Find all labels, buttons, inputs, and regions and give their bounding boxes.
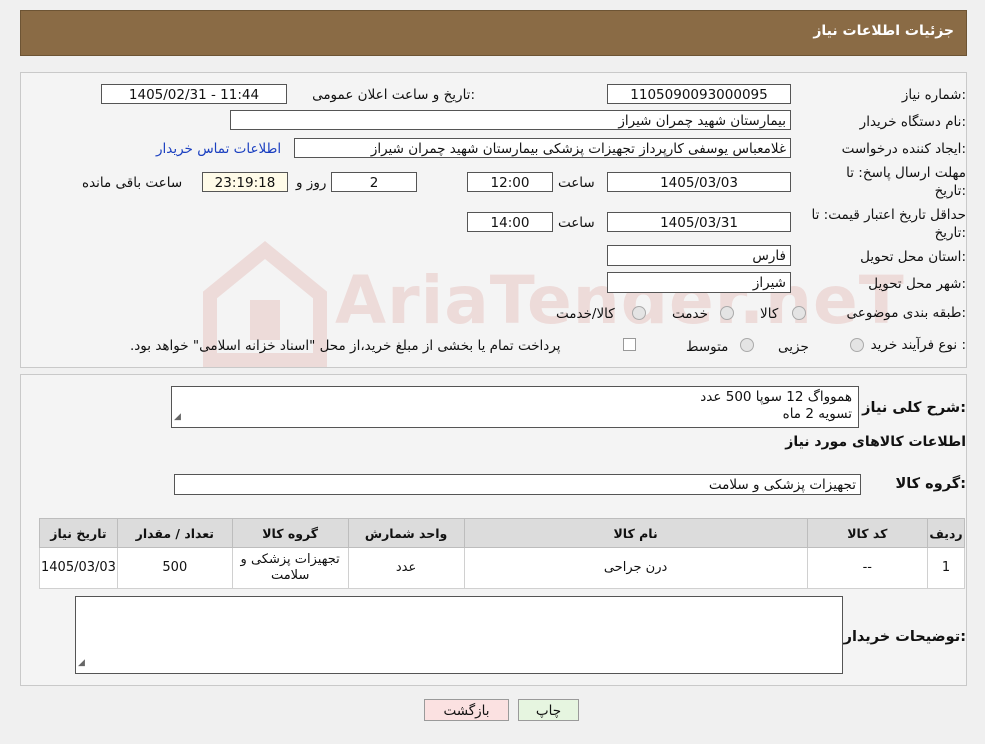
category-service-radio[interactable] [720,306,734,320]
cell-row-number: 1 [927,547,965,589]
need-summary-textarea: هموواگ 12 سوپا 500 عدد تسویه 2 ماه ◢ [171,386,859,428]
process-minor-label: جزیی [778,339,809,355]
city-field: شیراز [607,272,791,293]
process-medium-label: متوسط [686,339,729,355]
goods-group-field: تجهیزات پزشکی و سلامت [174,474,861,495]
deadline-date-field: 1405/03/03 [607,172,791,192]
process-type-label: نوع فرآیند خرید : [870,337,966,353]
buyer-org-field: بیمارستان شهید چمران شیراز [230,110,791,130]
cell-item-group: تجهیزات پزشکی و سلامت [231,547,349,589]
province-label: استان محل تحویل: [860,249,966,265]
category-service-label: خدمت [672,306,708,322]
price-validity-label: حداقل تاریخ اعتبار قیمت: تا [811,207,966,223]
back-button[interactable]: بازگشت [424,699,509,721]
col-item-code: کد کالا [806,518,929,548]
col-unit: واحد شمارش [347,518,465,548]
price-validity-time-label: ساعت [558,215,595,231]
goods-table: ردیف کد کالا نام کالا واحد شمارش گروه کا… [39,518,965,589]
col-quantity: تعداد / مقدار [116,518,233,548]
city-label: شهر محل تحویل: [868,276,966,292]
buyer-notes-label: توضیحات خریدار: [843,629,966,645]
resize-grip-icon[interactable]: ◢ [78,655,85,672]
treasury-bonds-checkbox[interactable] [623,338,636,351]
print-button[interactable]: چاپ [518,699,579,721]
cell-item-code: -- [806,547,929,589]
need-summary-line-2: تسویه 2 ماه [782,406,852,422]
goods-group-label: گروه کالا: [895,476,966,492]
buyer-contact-link[interactable]: اطلاعات تماس خریدار [156,141,281,157]
col-item-name: نام کالا [463,518,808,548]
price-validity-label-date: تاریخ: [934,225,966,241]
col-need-date: تاریخ نیاز [39,518,118,548]
price-validity-time-field: 14:00 [467,212,553,232]
requester-label: ایجاد کننده درخواست: [841,141,966,157]
announce-datetime-field: 1405/02/31 - 11:44 [101,84,287,104]
category-goods-radio[interactable] [792,306,806,320]
resize-grip-icon[interactable]: ◢ [174,409,181,426]
cell-item-name: درن جراحی [463,547,808,589]
deadline-time-field: 12:00 [467,172,553,192]
days-remaining-field: 2 [331,172,417,192]
time-remaining-field: 23:19:18 [202,172,288,192]
days-label: روز و [296,175,327,191]
payment-note: پرداخت تمام یا بخشی از مبلغ خرید،از محل … [130,338,561,354]
buyer-org-label: نام دستگاه خریدار: [859,114,966,130]
col-row-number: ردیف [927,518,965,548]
goods-info-title: اطلاعات کالاهای مورد نیاز [785,434,966,450]
process-medium-radio[interactable] [740,338,754,352]
province-field: فارس [607,245,791,266]
deadline-time-label: ساعت [558,175,595,191]
need-number-label: شماره نیاز: [901,87,966,103]
category-goods-label: کالا [760,306,779,322]
deadline-label-date: تاریخ: [934,183,966,199]
cell-need-date: 1405/03/03 [39,547,118,589]
requester-field: غلامعباس یوسفی کارپرداز تجهیزات پزشکی بی… [294,138,791,158]
category-label: طبقه بندی موضوعی: [846,305,966,321]
category-goods-service-radio[interactable] [632,306,646,320]
time-remaining-label: ساعت باقی مانده [82,175,183,191]
deadline-label: مهلت ارسال پاسخ: تا [846,165,966,181]
goods-table-header-row: ردیف کد کالا نام کالا واحد شمارش گروه کا… [39,518,965,548]
buyer-notes-textarea: ◢ [75,596,843,674]
need-summary-label: شرح کلی نیاز: [862,400,966,416]
col-item-group: گروه کالا [231,518,349,548]
cell-quantity: 500 [116,547,233,589]
price-validity-date-field: 1405/03/31 [607,212,791,232]
page-header: جزئیات اطلاعات نیاز [20,10,967,56]
cell-unit: عدد [347,547,465,589]
process-minor-radio[interactable] [850,338,864,352]
category-goods-service-label: کالا/خدمت [556,306,615,322]
table-row: 1 -- درن جراحی عدد تجهیزات پزشکی و سلامت… [39,547,965,589]
need-number-field: 1105090093000095 [607,84,791,104]
announce-datetime-label: تاریخ و ساعت اعلان عمومی: [312,87,475,103]
page-title: جزئیات اطلاعات نیاز [813,23,954,39]
need-summary-line-1: هموواگ 12 سوپا 500 عدد [700,389,852,405]
